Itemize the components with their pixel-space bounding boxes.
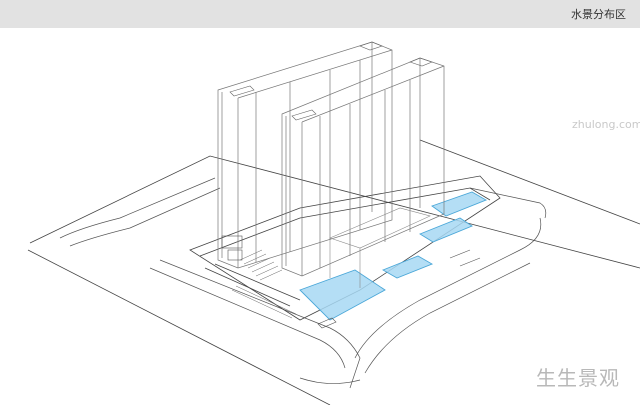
tower-left: [217, 41, 393, 269]
watermark-text: 生生景观: [536, 366, 620, 390]
water-pool-mid: [381, 255, 434, 279]
header-bar: 水景分布区: [0, 0, 640, 28]
page: 水景分布区 zhulong.com 生生景观: [0, 0, 640, 405]
roads: [59, 177, 547, 389]
architectural-axonometric-drawing: [27, 41, 640, 405]
page-title: 水景分布区: [571, 8, 626, 21]
watermark-url: zhulong.com: [572, 118, 640, 131]
water-pool-right: [419, 217, 473, 243]
roof-details: [229, 41, 433, 121]
water-pool-large: [299, 269, 386, 321]
tower-right: [281, 57, 445, 277]
